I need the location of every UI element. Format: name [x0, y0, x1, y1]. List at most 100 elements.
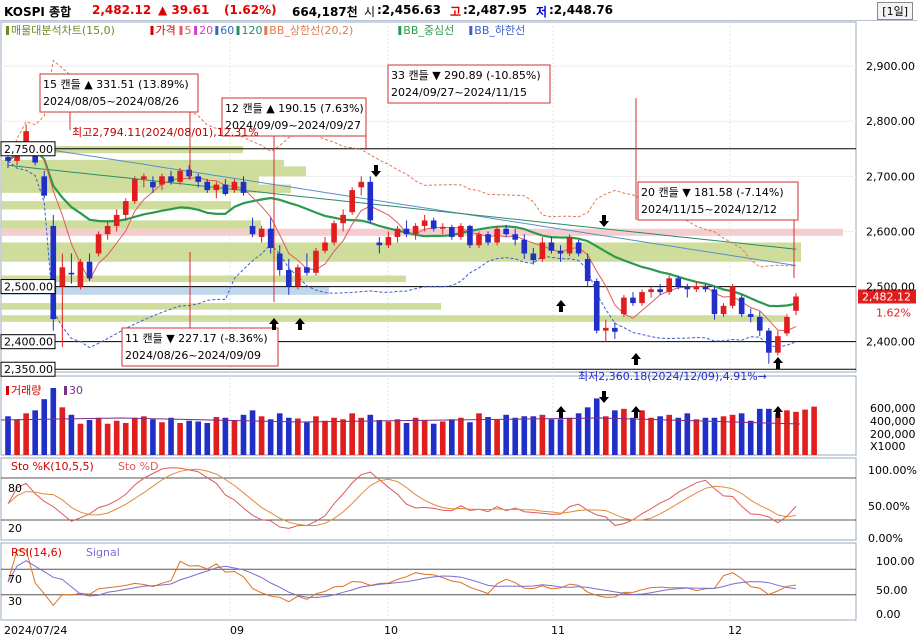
volume-bar — [775, 413, 781, 455]
volume-bar — [403, 422, 410, 455]
price-box-label: 2,400.00 — [4, 336, 53, 349]
candle-body — [240, 181, 247, 193]
candle-body — [385, 236, 392, 246]
volume-bar — [503, 414, 509, 455]
volume-bar — [131, 417, 138, 455]
legend-label: 20 — [199, 24, 213, 37]
volume-bar — [612, 410, 618, 455]
annotation-line2: 2024/08/05~2024/08/26 — [43, 95, 179, 108]
volume-bar — [593, 398, 600, 455]
price-tick-label: 2,600.00 — [866, 225, 915, 238]
volume-value: 664,187천 — [292, 5, 358, 19]
rsi-tick-label: 0.00 — [876, 608, 901, 621]
volume-profile-bar — [1, 176, 259, 185]
volume-bar — [729, 414, 736, 455]
volume-bar — [621, 408, 627, 455]
volume-bar — [449, 419, 455, 455]
legend-label: BB_하한선 — [474, 23, 525, 37]
annotation-line2: 2024/09/27~2024/11/15 — [391, 86, 527, 99]
candle-body — [657, 289, 663, 293]
legend-swatch — [6, 26, 9, 35]
volume-bar — [322, 420, 328, 455]
date-tick-label: 2024/07/24 — [4, 624, 67, 637]
candle-body — [141, 176, 147, 180]
candle-body — [159, 176, 165, 185]
candle-body — [575, 242, 582, 254]
volume-tick-label: X1000 — [870, 440, 906, 453]
candle-body — [702, 286, 709, 290]
volume-bar — [458, 417, 464, 455]
volume-bar — [521, 416, 528, 455]
candle-body — [95, 234, 102, 254]
price-tick-label: 2,500.00 — [866, 281, 915, 294]
candle-body — [394, 228, 401, 237]
candle-body — [412, 225, 419, 235]
annotation-line1: 33 캔들 ▼ 290.89 (-10.85%) — [391, 69, 541, 82]
volume-bar — [86, 420, 93, 455]
rsi-tick-label: 50.00 — [876, 584, 908, 597]
candle-body — [358, 181, 365, 188]
price-change: ▲ 39.61 — [158, 3, 210, 17]
volume-bar — [376, 420, 383, 455]
legend-label: 5 — [185, 24, 192, 37]
candle-body — [376, 242, 383, 246]
candle-body — [729, 286, 736, 306]
candle-body — [503, 228, 509, 235]
legend-label: 120 — [242, 24, 263, 37]
candle-body — [59, 267, 66, 287]
candle-body — [476, 234, 482, 246]
stock-chart: 15 캔들 ▲ 331.51 (13.89%) 2024/08/05~2024/0… — [0, 21, 917, 637]
price-box-label: 2,750.00 — [4, 143, 53, 156]
date-tick-label: 12 — [728, 624, 742, 637]
volume-bar — [95, 417, 102, 455]
sto-tick-label: 50.00% — [868, 500, 910, 513]
annotation-line2: 2024/11/15~2024/12/12 — [641, 203, 777, 216]
volume-bar — [295, 418, 301, 455]
volume-bar — [802, 409, 808, 455]
date-tick-label: 10 — [384, 624, 398, 637]
date-tick-label: 11 — [551, 624, 565, 637]
candle-body — [86, 261, 93, 279]
volume-bar — [557, 419, 564, 455]
volume-tick-label: 600,000 — [870, 402, 916, 415]
volume-bar — [566, 417, 573, 455]
candle-body — [77, 261, 84, 287]
period-selector[interactable]: [1일] — [877, 2, 913, 20]
candle-body — [204, 181, 211, 191]
candle-body — [258, 228, 265, 237]
volume-bar — [766, 408, 772, 455]
volume-bar — [141, 416, 147, 455]
candle-body — [793, 296, 799, 311]
candle-body — [5, 157, 11, 161]
legend-label: 60 — [220, 24, 234, 37]
volume-bar — [575, 413, 582, 455]
low-value: :2,448.76 — [549, 3, 614, 17]
candle-body — [421, 220, 428, 226]
volume-bar — [285, 417, 292, 455]
candle-body — [150, 181, 156, 188]
candle-body — [485, 234, 491, 243]
low-note: 최저2,360.18(2024/12/09),4.91%→ — [578, 370, 767, 383]
legend-label: Sto %K(10,5,5) — [11, 460, 94, 473]
volume-bar — [584, 407, 591, 455]
volume-bar — [639, 410, 645, 455]
volume-bar — [394, 419, 401, 455]
volume-bar — [421, 420, 428, 455]
legend-label: 거래량 — [11, 384, 41, 397]
volume-profile-bar — [1, 159, 284, 167]
legend-swatch — [215, 26, 219, 35]
legend-label: 가격 — [156, 24, 176, 37]
volume-bar — [249, 410, 256, 455]
volume-bar — [150, 419, 156, 455]
rsi-tick-label: 100.00 — [876, 555, 915, 568]
price-tick-label: 2,700.00 — [866, 170, 915, 183]
sto-tick-label: 100.00% — [868, 464, 917, 477]
candle-body — [584, 259, 591, 282]
candle-body — [430, 220, 437, 229]
legend-label: 30 — [69, 384, 83, 397]
candle-body — [50, 225, 57, 320]
candle-body — [403, 228, 410, 235]
rsi-level-label: 70 — [8, 573, 22, 586]
price-tick-label: 2,800.00 — [866, 115, 915, 128]
rsi-level-label: 30 — [8, 595, 22, 608]
